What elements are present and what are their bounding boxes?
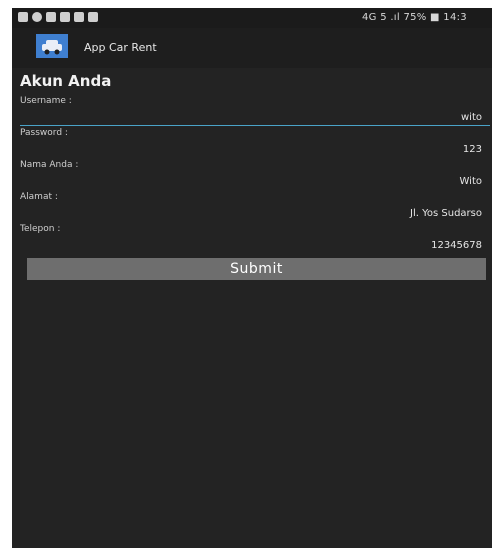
- submit-button[interactable]: Submit: [27, 258, 486, 280]
- status-bar: 4G 5 .ıl 75% ■ 14:3: [12, 8, 492, 28]
- nama-label: Nama Anda :: [20, 160, 79, 170]
- app-bar: App Car Rent: [12, 28, 492, 68]
- username-label: Username :: [20, 96, 72, 106]
- phone-screen: 4G 5 .ıl 75% ■ 14:3 App Car Rent Akun An…: [12, 8, 492, 548]
- username-field-underline: [20, 125, 490, 126]
- chat-icon: [88, 12, 98, 22]
- circle-icon: [32, 12, 42, 22]
- status-text: 4G 5 .ıl 75% ■ 14:3: [362, 12, 467, 23]
- message-icon: [74, 12, 84, 22]
- gallery-icon: [46, 12, 56, 22]
- page-title: Akun Anda: [20, 72, 112, 90]
- app-title: App Car Rent: [84, 41, 157, 54]
- password-field[interactable]: 123: [463, 144, 482, 155]
- telepon-field[interactable]: 12345678: [431, 240, 482, 251]
- nama-field[interactable]: Wito: [460, 176, 483, 187]
- message-icon: [60, 12, 70, 22]
- car-logo-icon: [36, 34, 68, 58]
- alamat-label: Alamat :: [20, 192, 58, 202]
- alamat-field[interactable]: Jl. Yos Sudarso: [410, 208, 482, 219]
- username-field[interactable]: wito: [461, 112, 482, 123]
- image-icon: [18, 12, 28, 22]
- telepon-label: Telepon :: [20, 224, 61, 234]
- password-label: Password :: [20, 128, 68, 138]
